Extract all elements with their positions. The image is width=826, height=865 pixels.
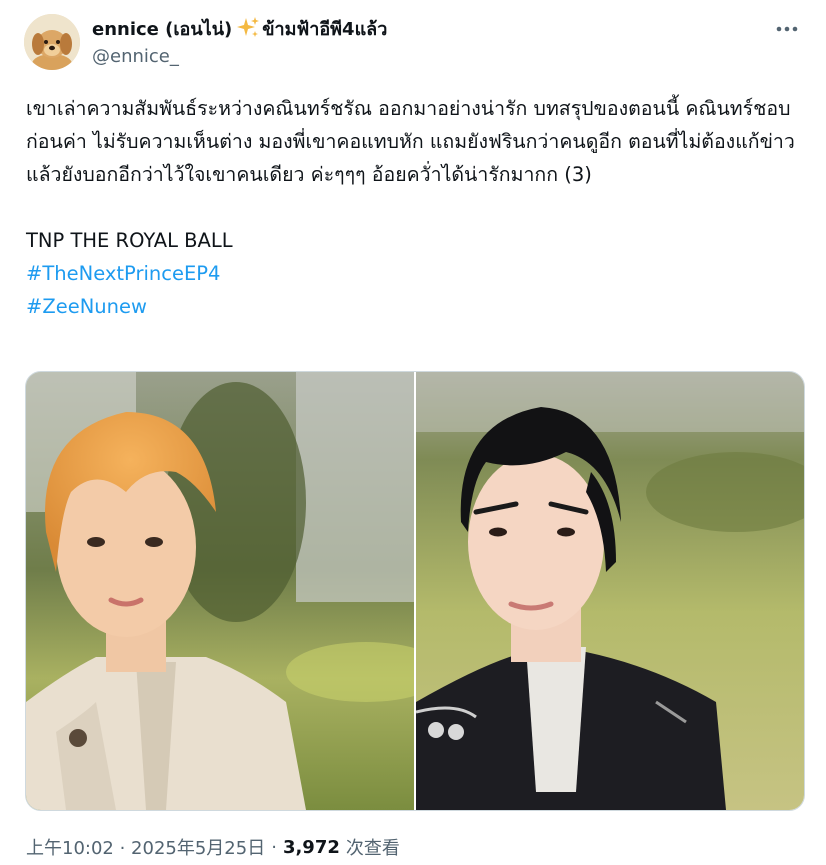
author-header: ennice (เอนไน่) ข้ามฟ้าอีพี4แล้ว @ennice… xyxy=(92,14,387,67)
views-label: 次查看 xyxy=(345,838,400,859)
author-avatar[interactable] xyxy=(24,14,80,70)
tweet-paragraph: เขาเล่าความสัมพันธ์ระหว่างคณินทร์ชรัณ ออ… xyxy=(26,97,795,186)
media-photo-2[interactable] xyxy=(416,372,804,810)
sparkles-icon xyxy=(236,16,260,40)
author-handle[interactable]: @ennice_ xyxy=(92,46,387,67)
name-row: ennice (เอนไน่) ข้ามฟ้าอีพี4แล้ว xyxy=(92,14,387,42)
author-display-name[interactable]: ennice (เอนไน่) xyxy=(92,14,232,43)
puppy-avatar-icon xyxy=(24,14,80,70)
tweet-text: เขาเล่าความสัมพันธ์ระหว่างคณินทร์ชรัณ ออ… xyxy=(26,92,802,323)
media-grid xyxy=(25,371,805,811)
view-count: 3,972 xyxy=(282,836,340,858)
hashtag-link[interactable]: #TheNextPrinceEP4 xyxy=(26,257,802,290)
tweet-meta: 上午10:02 · 2025年5月25日 · 3,972 次查看 xyxy=(26,834,400,860)
meta-separator: · xyxy=(271,836,277,858)
photo-right-image xyxy=(416,372,804,810)
tweet-card: ennice (เอนไน่) ข้ามฟ้าอีพี4แล้ว @ennice… xyxy=(0,0,826,865)
tweet-title-line: TNP THE ROYAL BALL xyxy=(26,229,233,252)
media-photo-1[interactable] xyxy=(26,372,414,810)
hashtag-link[interactable]: #ZeeNunew xyxy=(26,290,802,323)
author-name-suffix: ข้ามฟ้าอีพี4แล้ว xyxy=(262,18,388,40)
more-horizontal-icon xyxy=(776,26,798,32)
more-options-button[interactable] xyxy=(772,18,802,40)
photo-left-image xyxy=(26,372,414,810)
tweet-timestamp[interactable]: 上午10:02 · 2025年5月25日 xyxy=(26,834,265,860)
